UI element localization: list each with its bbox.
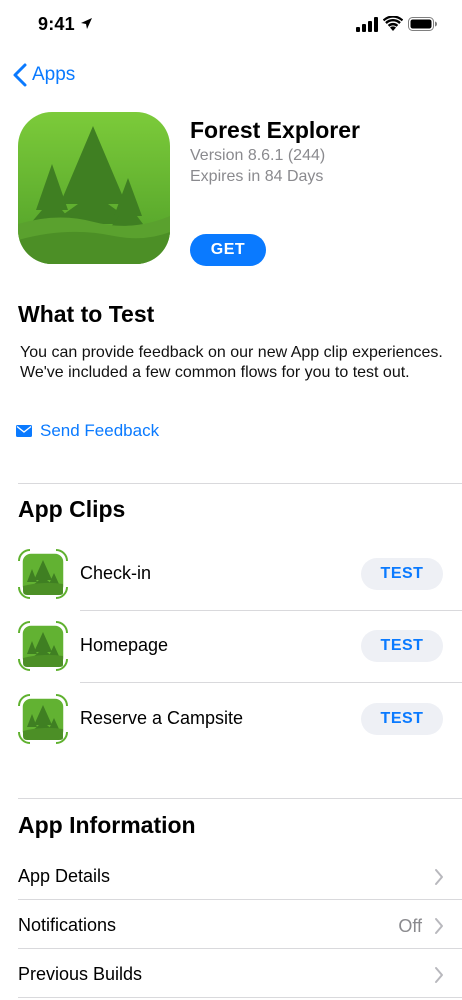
- clip-label: Check-in: [80, 563, 152, 583]
- row-divider: [18, 997, 462, 998]
- status-time: 9:41: [38, 14, 75, 34]
- back-label: Apps: [32, 64, 76, 85]
- chevron-right-icon: [435, 869, 443, 885]
- app-clip-icon: [18, 549, 68, 599]
- app-name: Forest Explorer: [190, 117, 360, 143]
- back-button[interactable]: Apps: [12, 59, 75, 91]
- test-button[interactable]: TEST: [361, 703, 443, 735]
- send-feedback-label: Send Feedback: [40, 421, 160, 440]
- info-value: Off: [398, 916, 422, 936]
- chevron-left-icon: [13, 63, 27, 87]
- what-to-test-body: You can provide feedback on our new App …: [20, 344, 443, 381]
- test-button[interactable]: TEST: [361, 558, 443, 590]
- chevron-right-icon: [435, 918, 443, 934]
- clip-label: Reserve a Campsite: [80, 708, 244, 728]
- app-information-title: App Information: [18, 812, 196, 838]
- clip-label: Homepage: [80, 635, 169, 655]
- row-divider: [18, 899, 462, 900]
- clip-row-check-in: Check-in TEST: [18, 544, 462, 611]
- signal-icon: [356, 17, 378, 32]
- info-row-app-details[interactable]: App Details: [18, 852, 462, 900]
- app-expires: Expires in 84 Days: [190, 168, 324, 185]
- row-divider: [80, 682, 462, 683]
- chevron-right-icon: [435, 967, 443, 983]
- section-divider: [18, 483, 462, 484]
- forest-trees-icon: [18, 112, 170, 264]
- section-divider: [18, 798, 462, 799]
- app-clips-title: App Clips: [18, 496, 126, 522]
- location-arrow-icon: [81, 18, 92, 29]
- nav-bar: Apps: [0, 55, 462, 95]
- row-divider: [18, 948, 462, 949]
- app-clip-icon: [18, 694, 68, 744]
- clip-row-homepage: Homepage TEST: [18, 616, 462, 683]
- app-header: Forest Explorer Version 8.6.1 (244) Expi…: [18, 112, 448, 272]
- app-version: Version 8.6.1 (244): [190, 147, 326, 164]
- battery-icon: [408, 17, 437, 31]
- info-row-notifications[interactable]: Notifications Off: [18, 901, 462, 949]
- mail-icon: [16, 425, 32, 437]
- what-to-test-title: What to Test: [18, 301, 155, 327]
- row-divider: [80, 610, 462, 611]
- info-label: Notifications: [18, 915, 117, 935]
- info-label: App Details: [18, 866, 111, 886]
- get-button[interactable]: GET: [190, 234, 266, 266]
- send-feedback-link[interactable]: Send Feedback: [16, 421, 159, 441]
- status-bar: 9:41: [0, 0, 462, 50]
- info-row-previous-builds[interactable]: Previous Builds: [18, 950, 462, 998]
- wifi-icon: [383, 16, 403, 31]
- app-clip-icon: [18, 621, 68, 671]
- info-label: Previous Builds: [18, 964, 143, 984]
- test-button[interactable]: TEST: [361, 630, 443, 662]
- clip-row-reserve-campsite: Reserve a Campsite TEST: [18, 689, 462, 749]
